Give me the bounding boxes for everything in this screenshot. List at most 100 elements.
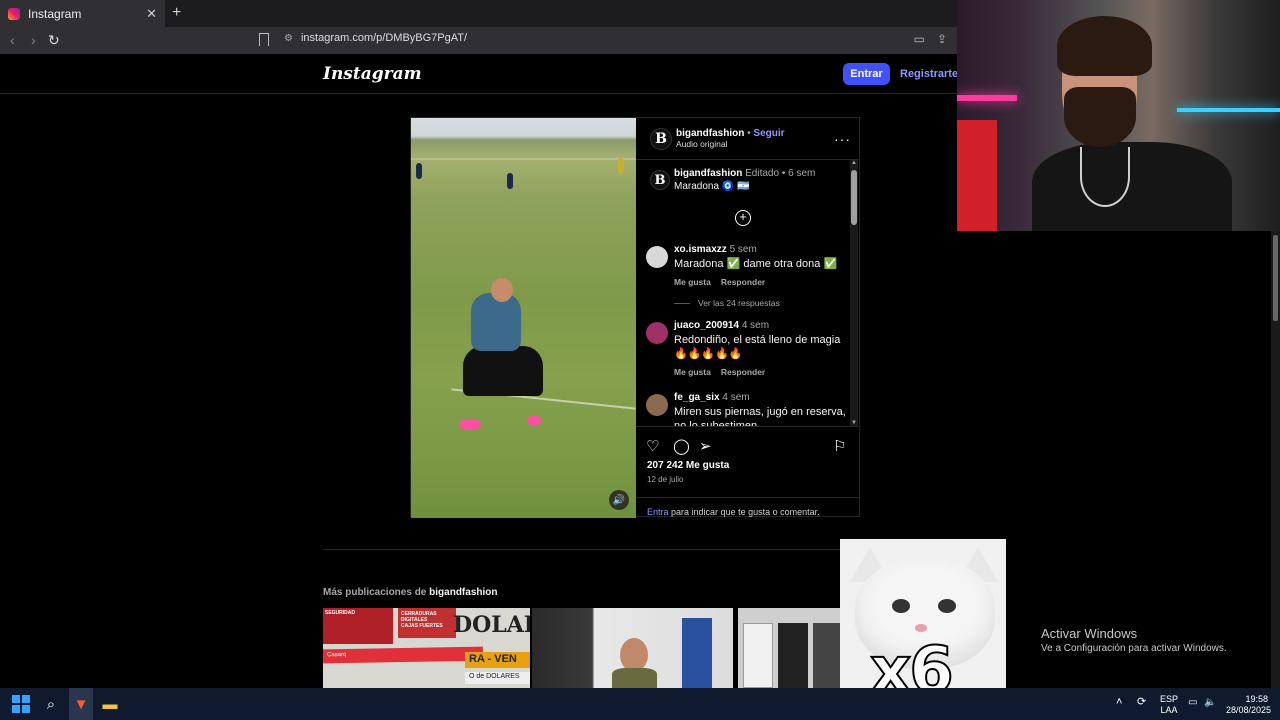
post-date: 12 de julio bbox=[647, 475, 684, 484]
comment-username[interactable]: xo.ismaxzz bbox=[674, 244, 727, 255]
browser-toolbar-right: ▭ ⇪ bbox=[914, 32, 947, 46]
streamer-beard bbox=[1064, 87, 1136, 147]
page-scrollbar[interactable] bbox=[1271, 231, 1280, 688]
player-head bbox=[491, 278, 513, 302]
background-chair bbox=[957, 120, 997, 231]
comment-avatar[interactable] bbox=[646, 322, 668, 344]
page-scrollbar-thumb[interactable] bbox=[1273, 235, 1278, 321]
post-actions: ♡ ◯ ➢ ⚐ 207 242 Me gusta 12 de julio Ent… bbox=[636, 426, 860, 518]
comments-scrollbar[interactable]: ▲ ▼ bbox=[850, 160, 858, 426]
streamer bbox=[1032, 12, 1232, 231]
reload-icon[interactable]: ↻ bbox=[48, 32, 60, 49]
comment-time: 4 sem bbox=[722, 392, 750, 403]
meme-multiplier-text: x6 bbox=[869, 633, 955, 691]
windows-taskbar: ⌕ ▼ ▬ ˄ ⟳ ESP LAA ▭ 🔈 19:58 28/08/2025 bbox=[0, 688, 1280, 720]
audio-label[interactable]: Audio original bbox=[676, 139, 785, 149]
volume-tray-icon[interactable]: 🔈 bbox=[1204, 697, 1216, 708]
webcam-overlay bbox=[957, 0, 1280, 231]
post-container: 🔊 B bigandfashion • Seguir Audio origina… bbox=[410, 117, 860, 518]
thumbnail-sign-text: CERRADURAS DIGITALES bbox=[401, 611, 437, 623]
language-indicator[interactable]: ESP LAA bbox=[1160, 694, 1178, 716]
send-icon[interactable]: ➢ bbox=[699, 437, 712, 455]
scroll-up-icon[interactable]: ▲ bbox=[851, 160, 857, 166]
site-info-icon[interactable]: ⚙ bbox=[284, 33, 293, 44]
bookmark-page-icon[interactable] bbox=[259, 33, 269, 46]
comment-text: Maradona ✅ dame otra dona ✅ bbox=[674, 258, 838, 270]
more-post-thumbnail[interactable] bbox=[738, 608, 840, 688]
edited-label: Editado bbox=[745, 168, 780, 179]
reply-button[interactable]: Responder bbox=[721, 277, 765, 287]
more-post-thumbnail[interactable]: SEGURIDAD CERRADURAS DIGITALES CAJAS FUE… bbox=[323, 608, 530, 688]
sync-icon[interactable]: ⟳ bbox=[1137, 697, 1146, 708]
more-posts-username[interactable]: bigandfashion bbox=[429, 587, 497, 598]
back-arrow-icon[interactable]: ‹ bbox=[10, 32, 15, 48]
plus-circle-icon[interactable]: + bbox=[735, 210, 751, 226]
heart-icon[interactable]: ♡ bbox=[646, 437, 659, 455]
clock[interactable]: 19:58 28/08/2025 bbox=[1226, 694, 1272, 716]
like-comment-button[interactable]: Me gusta bbox=[674, 367, 711, 377]
caption-avatar[interactable]: B bbox=[650, 170, 670, 190]
tab-close-icon[interactable]: ✕ bbox=[146, 6, 157, 22]
comment-username[interactable]: fe_ga_six bbox=[674, 392, 720, 403]
reply-button[interactable]: Responder bbox=[721, 367, 765, 377]
file-explorer-icon[interactable]: ▬ bbox=[101, 695, 119, 713]
comment-icon[interactable]: ◯ bbox=[673, 437, 690, 455]
thumbnail-sign-text: CAJAS FUERTES bbox=[401, 623, 443, 629]
cat-eye bbox=[938, 599, 956, 613]
more-post-thumbnail[interactable] bbox=[532, 608, 733, 688]
caption-text: Maradona 🧿 🇦🇷 bbox=[674, 181, 750, 192]
post-video[interactable]: 🔊 bbox=[411, 118, 636, 518]
language-region: LAA bbox=[1160, 705, 1178, 715]
follow-button[interactable]: Seguir bbox=[753, 128, 784, 139]
tab-instagram[interactable]: Instagram ✕ bbox=[0, 0, 165, 27]
field-line bbox=[411, 158, 636, 160]
post-sidebar: B bigandfashion • Seguir Audio original … bbox=[636, 118, 860, 518]
dot-separator: • bbox=[781, 168, 786, 179]
comment-time: 4 sem bbox=[741, 320, 770, 331]
url-text: instagram.com/p/DMByBG7PgAT/ bbox=[300, 32, 468, 44]
network-icon[interactable]: ▭ bbox=[1188, 697, 1197, 708]
cast-icon[interactable]: ▭ bbox=[914, 32, 925, 46]
clock-date: 28/08/2025 bbox=[1226, 705, 1272, 715]
login-prompt-link[interactable]: Entra bbox=[647, 507, 669, 517]
tab-title: Instagram bbox=[28, 6, 82, 21]
language-code: ESP bbox=[1160, 694, 1179, 704]
author-username[interactable]: bigandfashion bbox=[676, 128, 744, 139]
comment-username[interactable]: juaco_200914 bbox=[674, 320, 739, 331]
view-replies-link[interactable]: Ver las 24 respuestas bbox=[674, 298, 780, 308]
scrollbar-thumb[interactable] bbox=[851, 170, 857, 225]
instagram-logo[interactable]: Instagram bbox=[323, 64, 422, 84]
save-bookmark-icon[interactable]: ⚐ bbox=[833, 437, 846, 455]
search-icon[interactable]: ⌕ bbox=[42, 695, 60, 713]
signup-link[interactable]: Registrarte bbox=[900, 68, 958, 80]
cat-nose bbox=[915, 624, 927, 632]
like-comment-button[interactable]: Me gusta bbox=[674, 277, 711, 287]
login-button[interactable]: Entrar bbox=[843, 63, 890, 85]
streamer-hair bbox=[1057, 16, 1152, 76]
browser-tab-bar: Instagram ✕ + bbox=[0, 0, 957, 27]
brave-browser-icon[interactable]: ▼ bbox=[72, 695, 90, 713]
volume-icon[interactable]: 🔊 bbox=[609, 490, 629, 510]
comment-avatar[interactable] bbox=[646, 394, 668, 416]
thumbnail-sign-text: RA - VEN bbox=[465, 652, 530, 668]
caption-username[interactable]: bigandfashion bbox=[674, 168, 742, 179]
login-prompt: Entra para indicar que te gusta o coment… bbox=[636, 497, 860, 517]
comment-avatar[interactable] bbox=[646, 246, 668, 268]
player-legs bbox=[463, 346, 543, 396]
led-shelf bbox=[957, 95, 1017, 101]
clock-time: 19:58 bbox=[1245, 694, 1268, 704]
author-avatar[interactable]: B bbox=[650, 128, 672, 150]
comments-section[interactable]: B bigandfashion Editado • 6 sem Maradona… bbox=[636, 160, 860, 426]
share-icon[interactable]: ⇪ bbox=[937, 32, 947, 46]
more-options-icon[interactable]: ··· bbox=[834, 131, 851, 147]
url-field[interactable]: ⚙ instagram.com/p/DMByBG7PgAT/ bbox=[284, 32, 467, 44]
tray-chevron-icon[interactable]: ˄ bbox=[1116, 697, 1122, 708]
instagram-header: Instagram Entrar Registrarte bbox=[0, 54, 958, 94]
forward-arrow-icon[interactable]: › bbox=[31, 32, 36, 48]
cat-eye bbox=[892, 599, 910, 613]
likes-count[interactable]: 207 242 Me gusta bbox=[647, 460, 729, 471]
windows-start-icon[interactable] bbox=[12, 695, 30, 713]
streamer-chain bbox=[1080, 147, 1130, 207]
new-tab-button[interactable]: + bbox=[172, 4, 181, 22]
background-player bbox=[618, 158, 624, 174]
